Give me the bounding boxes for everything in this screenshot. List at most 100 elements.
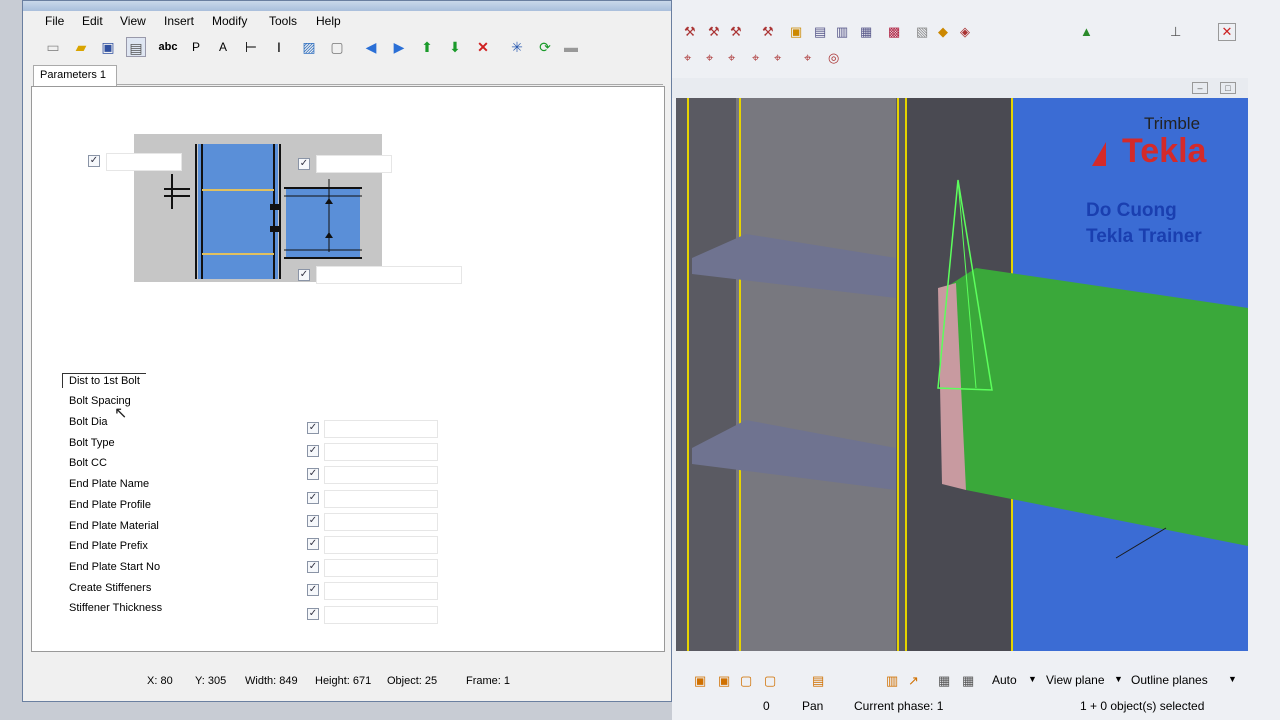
sketch-field-bottom[interactable] [316,266,462,284]
mouse-cursor-icon: ↖ [114,405,128,422]
select-mode-icon[interactable]: ▢ [740,673,752,689]
param-checkbox[interactable]: ✓ [307,538,319,550]
chevron-down-icon[interactable]: ▼ [1228,674,1237,684]
maximize-view-icon[interactable]: □ [1220,82,1236,94]
param-field[interactable] [324,466,438,484]
view-plane-dropdown[interactable]: View plane [1046,673,1105,687]
sketch-field-right[interactable] [316,155,392,173]
chevron-down-icon[interactable]: ▼ [1028,674,1037,684]
arrow-right-icon[interactable]: ▶ [389,37,409,57]
menu-modify[interactable]: Modify [212,14,247,28]
param-field[interactable] [324,582,438,600]
picture-icon[interactable]: ▨ [299,37,319,57]
open-folder-icon[interactable]: ▰ [71,37,91,57]
select-mode-icon[interactable]: ▤ [812,673,824,689]
param-field[interactable] [324,443,438,461]
snap-point-icon[interactable]: ⌖ [774,50,781,66]
filter-icon[interactable]: ▩ [888,24,900,40]
copy-icon[interactable]: ▣ [790,24,802,40]
snap-point-icon[interactable]: ⌖ [752,50,759,66]
param-checkbox[interactable]: ✓ [307,561,319,573]
menu-help[interactable]: Help [316,14,341,28]
param-label-end-plate-profile: End Plate Profile [69,499,151,511]
text-abc-icon[interactable]: abc [158,37,178,57]
filter-icon[interactable]: ◈ [960,24,970,40]
dimension-icon[interactable]: ⊢ [241,37,261,57]
drag-icon[interactable]: ▦ [962,673,974,689]
param-field[interactable] [324,490,438,508]
lock-icon[interactable]: ▤ [126,37,146,57]
author-name: Do Cuong [1086,200,1177,221]
frame-icon[interactable]: ▢ [327,37,347,57]
new-file-icon[interactable]: ▭ [43,37,63,57]
select-icon[interactable]: ▥ [836,24,848,40]
menu-tools[interactable]: Tools [269,14,297,28]
view-frame-header: – □ [672,78,1248,98]
auto-dropdown[interactable]: Auto [992,673,1017,687]
param-checkbox[interactable]: ✓ [307,492,319,504]
snap-icon[interactable]: ⚒ [762,24,774,40]
param-checkbox[interactable]: ✓ [307,422,319,434]
sketch-checkbox-left[interactable]: ✓ [88,155,100,167]
snap-icon[interactable]: ⚒ [708,24,720,40]
select-mode-icon[interactable]: ▣ [694,673,706,689]
select-mode-icon[interactable]: ▣ [718,673,730,689]
close-view-icon[interactable]: ✕ [1218,23,1236,41]
snap-point-icon[interactable]: ⌖ [728,50,735,66]
param-p-icon[interactable]: P [186,37,206,57]
refresh-icon[interactable]: ⟳ [535,37,555,57]
chevron-down-icon[interactable]: ▼ [1114,674,1123,684]
filter-icon[interactable]: ◆ [938,24,948,40]
param-checkbox[interactable]: ✓ [307,608,319,620]
arrow-down-icon[interactable]: ⬇ [445,37,465,57]
param-field[interactable] [324,559,438,577]
tab-parameters-1[interactable]: Parameters 1 [33,65,117,86]
param-checkbox[interactable]: ✓ [307,515,319,527]
align-icon[interactable]: ✳ [507,37,527,57]
snap-icon[interactable]: ⚒ [730,24,742,40]
menu-edit[interactable]: Edit [82,14,103,28]
separator-bar-icon: ▬ [564,39,578,55]
param-checkbox[interactable]: ✓ [307,468,319,480]
menu-insert[interactable]: Insert [164,14,194,28]
text-insert-icon[interactable]: I [269,37,289,57]
arrow-up-icon[interactable]: ⬆ [417,37,437,57]
sketch-field-left[interactable] [106,153,182,171]
model-3d-view[interactable]: Trimble Tekla Do Cuong Tekla Trainer [676,98,1248,651]
grid-icon[interactable]: ⊥ [1170,24,1181,40]
param-field[interactable] [324,536,438,554]
param-field[interactable] [324,513,438,531]
select-icon[interactable]: ▦ [860,24,872,40]
editor-toolbar: ▭ ▰ ▣ ▤ abc P A ⊢ I ▨ ▢ ◀ ▶ ⬆ ⬇ ✕ ✳ ⟳ ▬ [23,33,671,63]
tekla-toolbar-top: ⚒ ⚒ ⚒ ⚒ ▣ ▤ ▥ ▦ ▩ ▧ ◆ ◈ ▲ ⊥ ✕ [672,18,1280,46]
drag-icon[interactable]: ▦ [938,673,950,689]
work-area-icon[interactable]: ▲ [1080,24,1093,40]
select-mode-icon[interactable]: ▢ [764,673,776,689]
snap-mode-icon[interactable]: ▥ [886,673,898,689]
snap-point-icon[interactable]: ⌖ [706,50,713,66]
outline-planes-dropdown[interactable]: Outline planes [1131,673,1208,687]
snap-point-icon[interactable]: ⌖ [684,50,691,66]
snap-point-icon[interactable]: ⌖ [804,50,811,66]
tekla-bottom-toolbar: ▣ ▣ ▢ ▢ ▤ ▥ ↗ ▦ ▦ Auto ▼ View plane ▼ Ou… [672,668,1280,694]
attribute-a-icon[interactable]: A [213,37,233,57]
delete-icon[interactable]: ✕ [473,37,493,57]
param-checkbox[interactable]: ✓ [307,584,319,596]
menu-file[interactable]: File [45,14,64,28]
menu-view[interactable]: View [120,14,146,28]
snap-point-icon[interactable]: ◎ [828,50,839,66]
snap-mode-icon[interactable]: ↗ [908,673,919,689]
snap-icon[interactable]: ⚒ [684,24,696,40]
param-field[interactable] [324,606,438,624]
param-field[interactable] [324,420,438,438]
arrow-left-icon[interactable]: ◀ [361,37,381,57]
sketch-checkbox-bottom[interactable]: ✓ [298,269,310,281]
minimize-view-icon[interactable]: – [1192,82,1208,94]
filter-icon[interactable]: ▧ [916,24,928,40]
save-icon[interactable]: ▣ [98,37,118,57]
logo-tekla-text: Tekla [1122,132,1207,170]
param-checkbox[interactable]: ✓ [307,445,319,457]
sketch-checkbox-right[interactable]: ✓ [298,158,310,170]
editor-window: File Edit View Insert Modify Tools Help … [22,0,672,702]
select-icon[interactable]: ▤ [814,24,826,40]
